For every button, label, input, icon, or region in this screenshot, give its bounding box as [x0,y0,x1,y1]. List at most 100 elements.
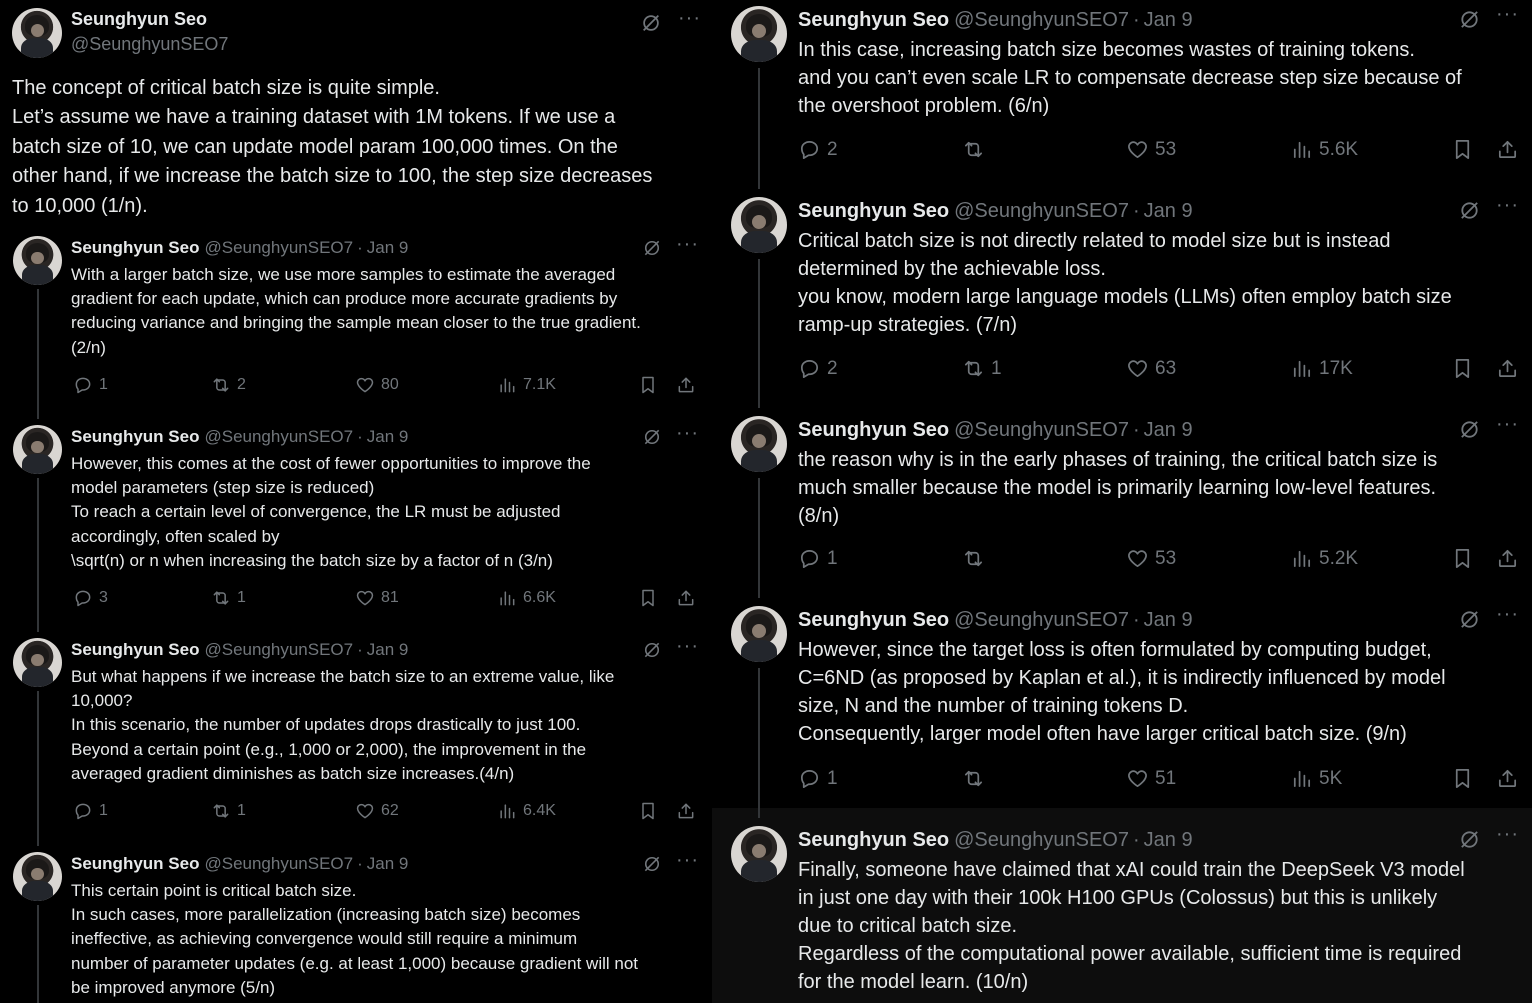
tweet-date[interactable]: Jan 9 [367,640,409,659]
more-icon[interactable]: ··· [1496,195,1519,215]
reply-button[interactable]: 1 [798,767,838,790]
repost-button[interactable] [962,547,991,570]
repost-button[interactable] [962,138,991,161]
avatar[interactable] [731,6,787,62]
views-button[interactable]: 6.4K [497,801,556,821]
grok-icon[interactable] [1458,828,1481,851]
bookmark-button[interactable] [1451,138,1474,161]
bookmark-button[interactable] [638,588,658,608]
tweet-date[interactable]: Jan 9 [1144,829,1193,851]
like-button[interactable]: 53 [1126,547,1176,570]
tweet-date[interactable]: Jan 9 [1144,9,1193,31]
reply-button[interactable]: 1 [73,375,108,395]
author-handle[interactable]: @SeunghyunSEO7 [204,427,353,446]
author-handle[interactable]: @SeunghyunSEO7 [204,640,353,659]
avatar[interactable] [13,852,62,901]
author-handle[interactable]: @SeunghyunSEO7 [954,9,1129,31]
author-handle[interactable]: @SeunghyunSEO7 [71,34,228,55]
more-icon[interactable]: ··· [1496,414,1519,434]
like-button[interactable]: 81 [355,588,399,608]
repost-button[interactable]: 1 [211,801,246,821]
avatar[interactable] [12,8,62,58]
like-button[interactable]: 62 [355,801,399,821]
author-name[interactable]: Seunghyun Seo [798,609,949,632]
share-button[interactable] [1496,767,1519,790]
share-button[interactable] [676,801,696,821]
repost-button[interactable]: 1 [211,588,246,608]
views-button[interactable]: 7.1K [497,375,556,395]
tweet-date[interactable]: Jan 9 [367,427,409,446]
grok-icon[interactable] [642,427,662,447]
tweet-date[interactable]: Jan 9 [1144,419,1193,441]
avatar[interactable] [731,416,787,472]
more-icon[interactable]: ··· [1496,604,1519,624]
more-icon[interactable]: ··· [676,234,699,254]
grok-icon[interactable] [640,12,662,34]
author-name[interactable]: Seunghyun Seo [71,427,199,447]
views-button[interactable]: 5.2K [1290,547,1358,570]
avatar[interactable] [13,638,62,687]
share-button[interactable] [676,375,696,395]
more-icon[interactable]: ··· [678,8,701,28]
avatar[interactable] [731,197,787,253]
views-button[interactable]: 6.6K [497,588,556,608]
author-name[interactable]: Seunghyun Seo [798,200,949,223]
author-name[interactable]: Seunghyun Seo [798,419,949,442]
tweet-date[interactable]: Jan 9 [367,238,409,257]
reply-button[interactable]: 1 [798,547,838,570]
reply-button[interactable]: 2 [798,357,838,380]
avatar[interactable] [13,236,62,285]
grok-icon[interactable] [1458,418,1481,441]
author-handle[interactable]: @SeunghyunSEO7 [954,200,1129,222]
avatar[interactable] [13,425,62,474]
bookmark-button[interactable] [1451,547,1474,570]
share-button[interactable] [1496,547,1519,570]
share-button[interactable] [1496,138,1519,161]
like-button[interactable]: 80 [355,375,399,395]
like-button[interactable]: 53 [1126,138,1176,161]
tweet-date[interactable]: Jan 9 [1144,200,1193,222]
grok-icon[interactable] [1458,608,1481,631]
more-icon[interactable]: ··· [1496,4,1519,24]
share-button[interactable] [676,588,696,608]
author-handle[interactable]: @SeunghyunSEO7 [204,238,353,257]
bookmark-button[interactable] [1451,357,1474,380]
repost-button[interactable] [962,767,991,790]
author-name[interactable]: Seunghyun Seo [71,9,207,30]
grok-icon[interactable] [1458,199,1481,222]
reply-button[interactable]: 2 [798,138,838,161]
more-icon[interactable]: ··· [1496,824,1519,844]
author-name[interactable]: Seunghyun Seo [798,829,949,852]
avatar[interactable] [731,826,787,882]
tweet-date[interactable]: Jan 9 [1144,609,1193,631]
bookmark-button[interactable] [638,801,658,821]
author-handle[interactable]: @SeunghyunSEO7 [204,854,353,873]
avatar[interactable] [731,606,787,662]
like-button[interactable]: 63 [1126,357,1176,380]
more-icon[interactable]: ··· [676,423,699,443]
repost-button[interactable]: 2 [211,375,246,395]
grok-icon[interactable] [1458,8,1481,31]
views-button[interactable]: 5.6K [1290,138,1358,161]
author-name[interactable]: Seunghyun Seo [71,238,199,258]
share-button[interactable] [1496,357,1519,380]
author-name[interactable]: Seunghyun Seo [798,9,949,32]
author-handle[interactable]: @SeunghyunSEO7 [954,829,1129,851]
reply-button[interactable]: 1 [73,801,108,821]
views-button[interactable]: 17K [1290,357,1353,380]
reply-button[interactable]: 3 [73,588,108,608]
grok-icon[interactable] [642,640,662,660]
author-handle[interactable]: @SeunghyunSEO7 [954,419,1129,441]
author-name[interactable]: Seunghyun Seo [71,640,199,660]
bookmark-button[interactable] [638,375,658,395]
repost-button[interactable]: 1 [962,357,1002,380]
tweet-date[interactable]: Jan 9 [367,854,409,873]
more-icon[interactable]: ··· [676,850,699,870]
author-name[interactable]: Seunghyun Seo [71,854,199,874]
views-button[interactable]: 5K [1290,767,1342,790]
grok-icon[interactable] [642,238,662,258]
more-icon[interactable]: ··· [676,636,699,656]
like-button[interactable]: 51 [1126,767,1176,790]
grok-icon[interactable] [642,854,662,874]
bookmark-button[interactable] [1451,767,1474,790]
